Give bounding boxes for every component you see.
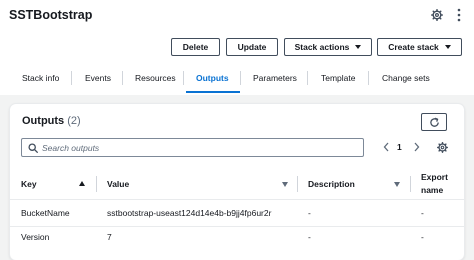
row-2-value: 7 bbox=[107, 232, 112, 242]
stack-actions-label: Stack actions bbox=[294, 42, 350, 52]
delete-button[interactable]: Delete bbox=[171, 38, 220, 56]
chevron-left-icon[interactable] bbox=[383, 142, 389, 152]
tab-divider bbox=[368, 71, 369, 85]
sort-icon bbox=[394, 182, 400, 187]
stack-actions-button[interactable]: Stack actions bbox=[284, 38, 372, 56]
outputs-heading: Outputs (2) bbox=[22, 115, 81, 127]
search-field[interactable] bbox=[21, 138, 364, 157]
tab-resources[interactable]: Resources bbox=[135, 65, 176, 91]
column-export-line2: name bbox=[421, 185, 444, 195]
column-value-label: Value bbox=[107, 179, 130, 189]
tab-stack-info[interactable]: Stack info bbox=[22, 65, 59, 91]
outputs-title: Outputs bbox=[22, 115, 65, 127]
row-2-export: - bbox=[421, 232, 424, 242]
active-tab-indicator bbox=[186, 91, 240, 93]
current-page[interactable]: 1 bbox=[397, 142, 402, 152]
refresh-button[interactable] bbox=[421, 113, 447, 131]
tab-bar: Stack info Events Resources Outputs Para… bbox=[0, 65, 474, 92]
column-key-label: Key bbox=[21, 179, 37, 189]
update-button[interactable]: Update bbox=[226, 38, 278, 56]
tab-events[interactable]: Events bbox=[85, 65, 111, 91]
column-divider[interactable] bbox=[96, 176, 97, 192]
create-stack-button[interactable]: Create stack bbox=[377, 38, 462, 56]
tab-divider bbox=[307, 71, 308, 85]
delete-button-label: Delete bbox=[182, 42, 209, 52]
create-stack-label: Create stack bbox=[388, 42, 439, 52]
column-header-value[interactable]: Value bbox=[107, 170, 292, 198]
outputs-count: (2) bbox=[67, 115, 81, 127]
settings-icon[interactable] bbox=[437, 142, 448, 153]
tab-divider bbox=[183, 71, 184, 85]
tab-change-sets[interactable]: Change sets bbox=[382, 65, 430, 91]
tab-template[interactable]: Template bbox=[321, 65, 356, 91]
caret-down-icon bbox=[444, 45, 451, 49]
title-bar: SSTBootstrap bbox=[0, 0, 474, 32]
sort-icon bbox=[282, 182, 288, 187]
row-1-export: - bbox=[421, 208, 424, 218]
tab-divider bbox=[122, 71, 123, 85]
update-button-label: Update bbox=[237, 42, 267, 52]
column-header-export-name[interactable]: Export name bbox=[421, 170, 461, 198]
column-export-label: Export name bbox=[421, 171, 448, 197]
row-divider bbox=[10, 226, 464, 227]
tab-divider bbox=[240, 71, 241, 85]
row-2-key: Version bbox=[21, 232, 50, 242]
column-header-key[interactable]: Key bbox=[21, 170, 91, 198]
search-icon bbox=[28, 143, 38, 153]
row-2-description: - bbox=[308, 232, 311, 242]
refresh-icon bbox=[429, 117, 439, 127]
tab-parameters[interactable]: Parameters bbox=[253, 65, 297, 91]
row-1-key: BucketName bbox=[21, 208, 70, 218]
tab-divider bbox=[71, 71, 72, 85]
row-1-description: - bbox=[308, 208, 311, 218]
page-title: SSTBootstrap bbox=[9, 8, 93, 22]
search-input[interactable] bbox=[42, 141, 352, 155]
column-divider[interactable] bbox=[410, 176, 411, 192]
column-header-description[interactable]: Description bbox=[308, 170, 403, 198]
caret-down-icon bbox=[355, 45, 362, 49]
header-divider bbox=[10, 199, 464, 200]
tab-outputs[interactable]: Outputs bbox=[196, 65, 229, 91]
settings-icon[interactable] bbox=[431, 9, 443, 21]
column-divider[interactable] bbox=[297, 176, 298, 192]
column-description-label: Description bbox=[308, 179, 355, 189]
chevron-right-icon[interactable] bbox=[414, 142, 420, 152]
column-export-line1: Export bbox=[421, 172, 448, 182]
more-vertical-icon[interactable] bbox=[456, 7, 462, 23]
sort-ascending-icon bbox=[79, 181, 85, 186]
row-1-value: sstbootstrap-useast124d14e4b-b9jj4fp6ur2… bbox=[107, 208, 272, 218]
